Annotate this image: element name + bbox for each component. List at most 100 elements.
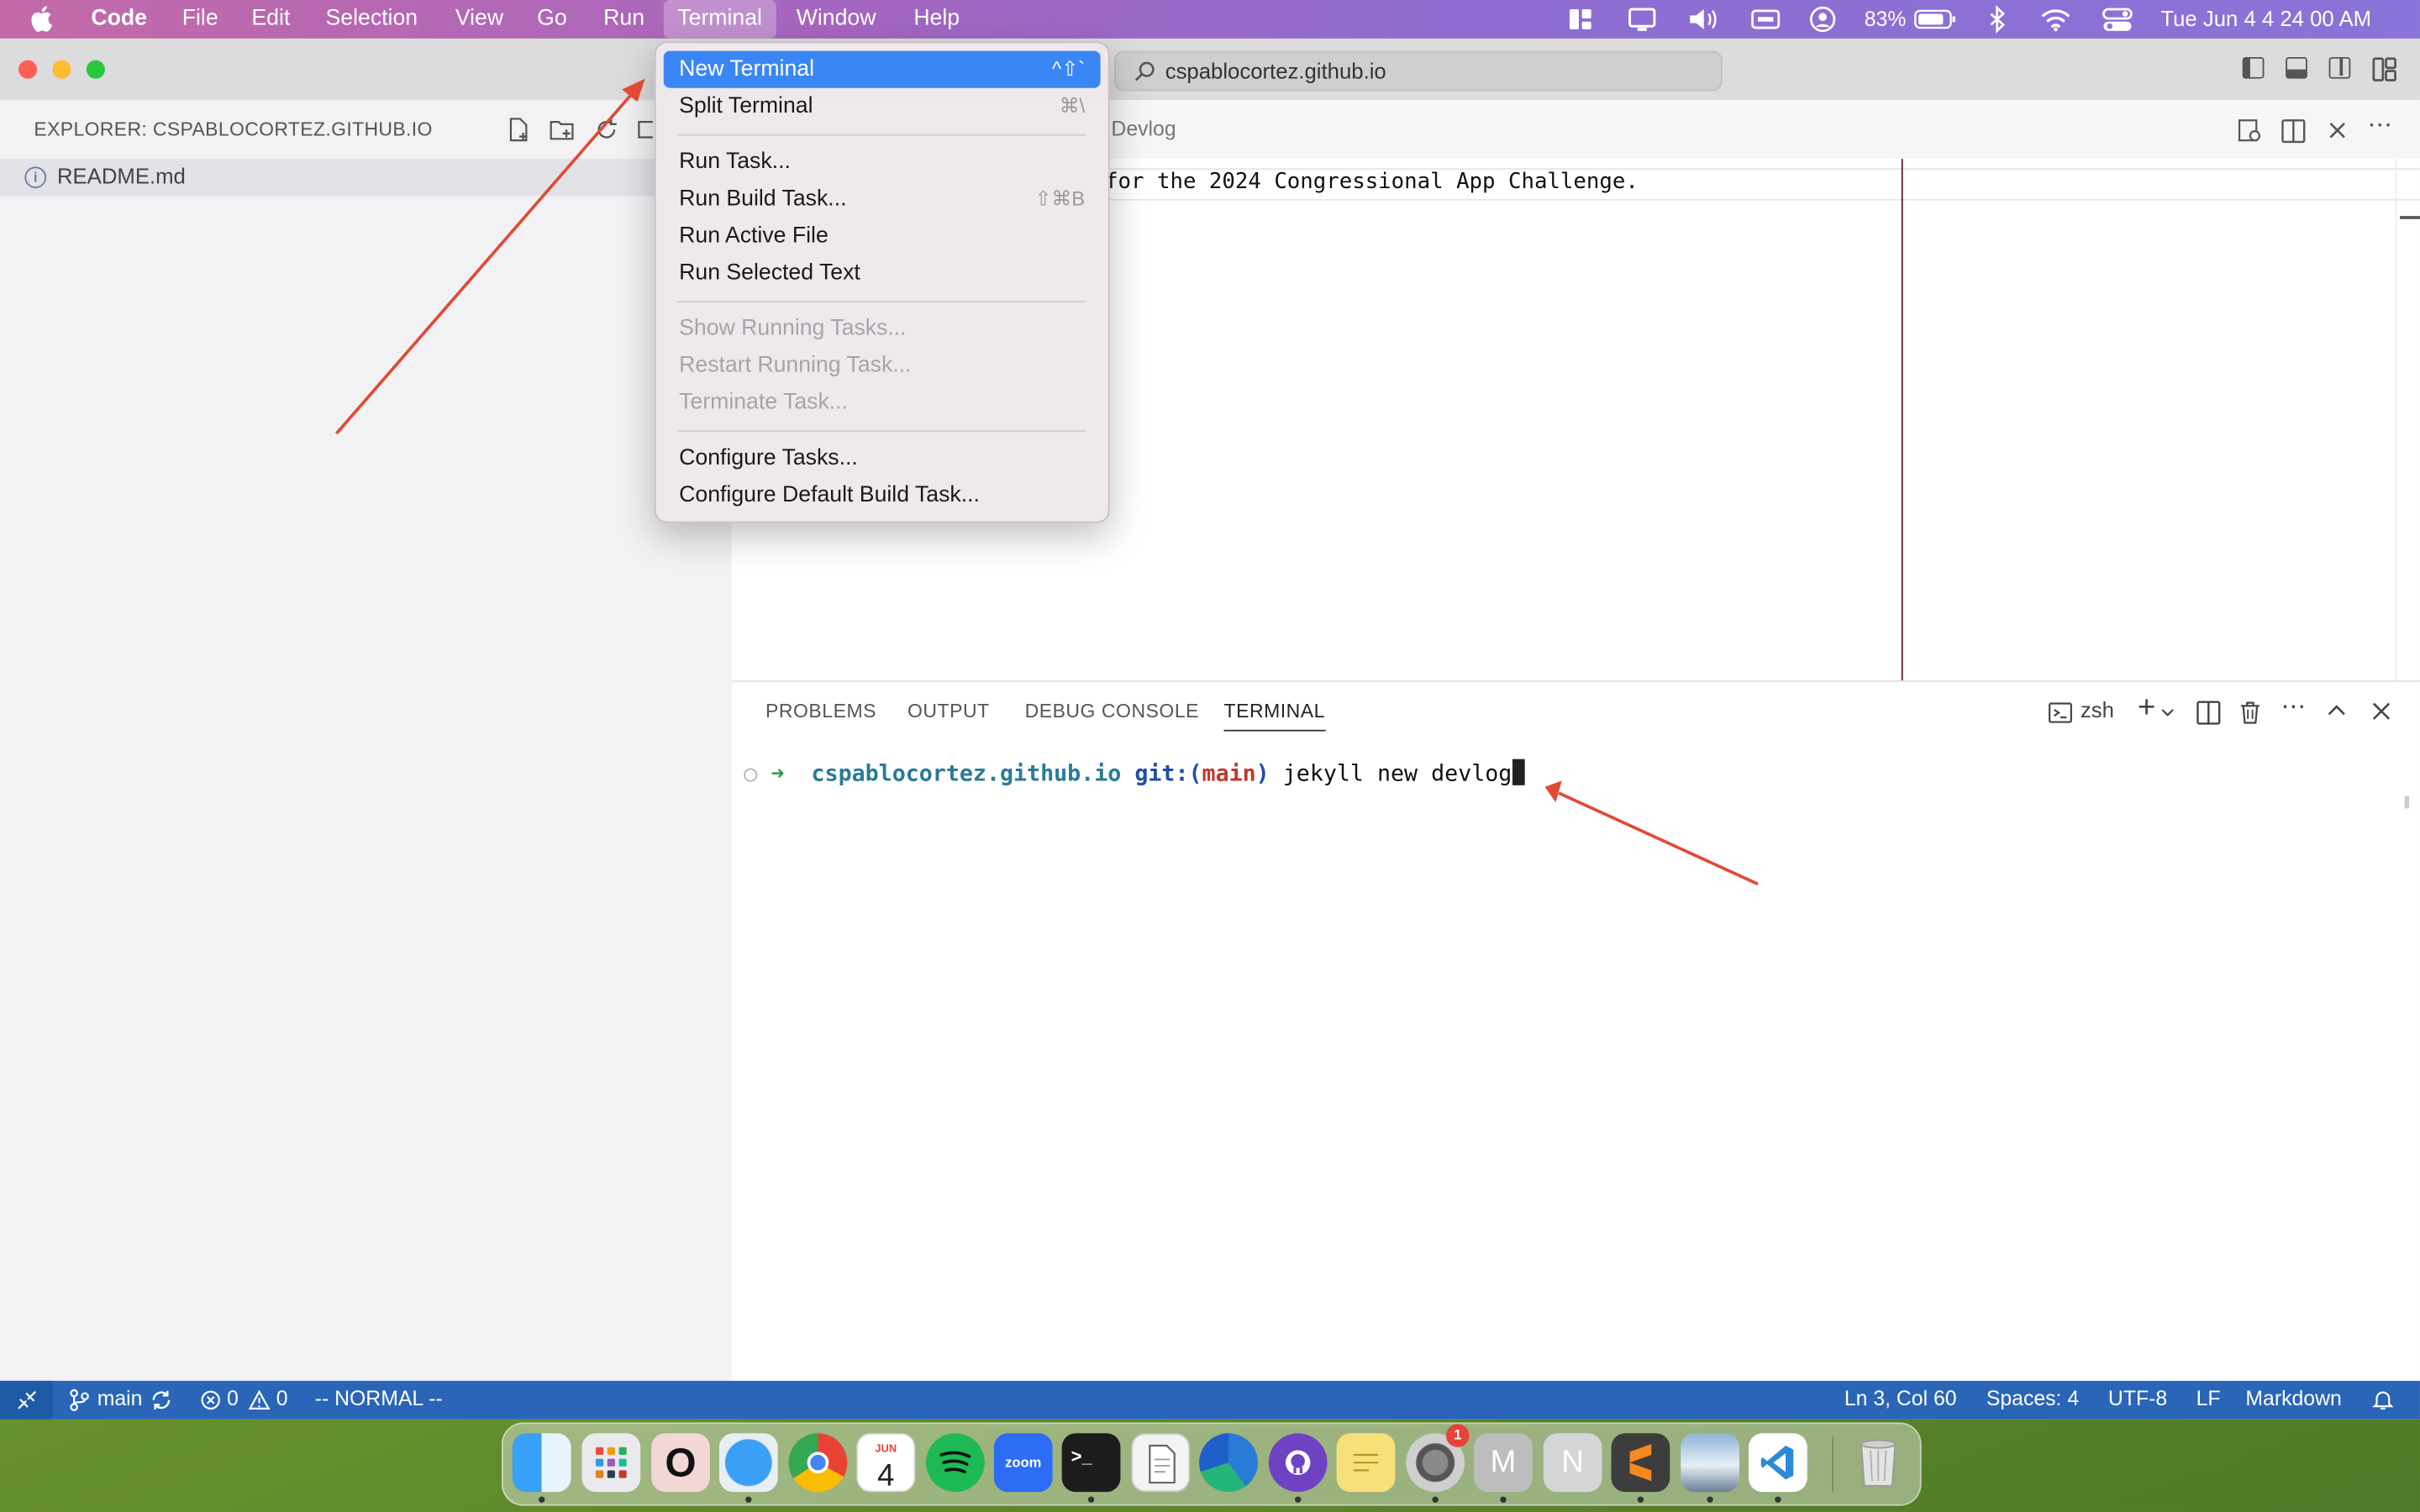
menu-item-show-running-tasks[interactable]: Show Running Tasks... xyxy=(664,310,1101,347)
file-row-readme[interactable]: i README.md xyxy=(0,159,732,197)
menu-edit[interactable]: Edit xyxy=(251,0,290,39)
refresh-explorer-icon[interactable] xyxy=(594,118,618,142)
error-icon[interactable] xyxy=(201,1390,221,1410)
textedit-app-icon[interactable] xyxy=(1131,1433,1191,1493)
close-window-button[interactable] xyxy=(18,60,38,79)
menubar-clock[interactable]: Tue Jun 4 4 24 00 AM xyxy=(2160,5,2371,34)
chevron-down-icon[interactable] xyxy=(2160,705,2175,719)
trash-icon[interactable] xyxy=(2239,701,2261,725)
source-control-branch-icon[interactable] xyxy=(68,1389,90,1412)
remote-indicator[interactable] xyxy=(0,1380,53,1420)
system-settings-app-icon[interactable]: 1 xyxy=(1406,1424,1470,1493)
close-panel-icon[interactable] xyxy=(2372,702,2391,721)
volume-icon[interactable] xyxy=(1687,5,1718,34)
menu-item-split-terminal[interactable]: Split Terminal ⌘\ xyxy=(664,88,1101,125)
apple-logo-icon[interactable] xyxy=(31,5,55,33)
edge-app-icon[interactable] xyxy=(1199,1433,1258,1493)
editor-tab-label[interactable]: Devlog xyxy=(1111,118,1176,141)
maximize-panel-icon[interactable] xyxy=(2328,702,2346,721)
terminal-app-icon[interactable]: >_ xyxy=(1061,1433,1121,1493)
customize-layout-icon[interactable] xyxy=(2372,57,2396,81)
menu-item-run-selected-text[interactable]: Run Selected Text xyxy=(664,255,1101,291)
collapse-folders-icon[interactable] xyxy=(638,118,653,142)
battery-icon[interactable] xyxy=(1914,5,1957,34)
tab-debug-console[interactable]: DEBUG CONSOLE xyxy=(1025,701,1199,722)
menu-item-run-build-task[interactable]: Run Build Task... ⇧⌘B xyxy=(664,181,1101,218)
menu-item-run-task[interactable]: Run Task... xyxy=(664,144,1101,181)
wifi-icon[interactable] xyxy=(2040,5,2071,34)
status-errors[interactable]: 0 xyxy=(227,1387,239,1410)
menu-item-configure-default-build-task[interactable]: Configure Default Build Task... xyxy=(664,477,1101,514)
tab-terminal[interactable]: TERMINAL xyxy=(1223,701,1326,732)
new-folder-icon[interactable] xyxy=(550,118,574,142)
split-terminal-icon[interactable] xyxy=(2196,701,2221,725)
menu-item-run-active-file[interactable]: Run Active File xyxy=(664,218,1101,255)
menu-item-new-terminal[interactable]: New Terminal ^⇧` xyxy=(663,50,1101,88)
sync-icon[interactable] xyxy=(150,1389,173,1412)
menu-window[interactable]: Window xyxy=(797,0,876,39)
chrome-app-icon[interactable] xyxy=(788,1433,848,1493)
bluetooth-icon[interactable] xyxy=(1988,4,2007,34)
zoom-window-button[interactable] xyxy=(86,60,105,79)
menu-file[interactable]: File xyxy=(182,0,218,39)
calendar-app-icon[interactable]: JUN 4 xyxy=(856,1433,916,1493)
user-account-icon[interactable] xyxy=(1809,5,1837,34)
menu-app-name[interactable]: Code xyxy=(91,0,147,39)
notifications-bell-icon[interactable] xyxy=(2372,1389,2394,1412)
menu-help[interactable]: Help xyxy=(913,0,960,39)
vscode-app-icon[interactable] xyxy=(1748,1433,1807,1493)
status-cursor-position[interactable]: Ln 3, Col 60 xyxy=(1844,1387,1957,1410)
more-actions-icon[interactable]: ⋯ xyxy=(2367,109,2391,140)
n-app-icon[interactable]: N xyxy=(1543,1433,1602,1493)
status-warnings[interactable]: 0 xyxy=(276,1387,288,1410)
toggle-primary-sidebar-icon[interactable] xyxy=(2242,56,2265,79)
preview-app-icon[interactable] xyxy=(1681,1433,1739,1493)
split-editor-icon[interactable] xyxy=(2281,118,2306,144)
finder-app-icon[interactable] xyxy=(512,1433,571,1493)
github-desktop-app-icon[interactable] xyxy=(1268,1433,1328,1493)
terminal-scrollbar[interactable] xyxy=(2404,795,2410,809)
status-branch[interactable]: main xyxy=(97,1387,143,1410)
close-editor-icon[interactable] xyxy=(2328,120,2348,140)
menu-view[interactable]: View xyxy=(455,0,503,39)
open-preview-icon[interactable] xyxy=(2238,118,2262,143)
menu-item-terminate-task[interactable]: Terminate Task... xyxy=(664,384,1101,421)
control-center-icon[interactable] xyxy=(2102,5,2133,34)
sublime-text-app-icon[interactable] xyxy=(1611,1433,1670,1493)
terminal-shell-name[interactable]: zsh xyxy=(2081,697,2114,722)
trash-app-icon[interactable] xyxy=(1849,1433,1907,1492)
toggle-secondary-sidebar-icon[interactable] xyxy=(2328,56,2351,79)
terminal-shell-icon[interactable] xyxy=(2048,701,2072,725)
stage-manager-icon[interactable] xyxy=(1568,5,1592,34)
tab-problems[interactable]: PROBLEMS xyxy=(765,701,876,722)
m-app-icon[interactable]: M xyxy=(1474,1433,1533,1493)
launchpad-app-icon[interactable] xyxy=(581,1433,641,1493)
minimize-window-button[interactable] xyxy=(52,60,71,79)
safari-app-icon[interactable] xyxy=(718,1433,778,1493)
spotify-app-icon[interactable] xyxy=(926,1433,985,1493)
new-terminal-icon[interactable]: + xyxy=(2138,691,2155,727)
tab-output[interactable]: OUTPUT xyxy=(908,701,990,722)
opera-app-icon[interactable]: O xyxy=(651,1433,710,1493)
command-center-search[interactable]: cspablocortez.github.io xyxy=(1114,50,1723,92)
editor-scrollbar[interactable] xyxy=(2395,159,2420,680)
menu-run[interactable]: Run xyxy=(603,0,644,39)
menu-go[interactable]: Go xyxy=(537,0,567,39)
panel-more-icon[interactable]: ⋯ xyxy=(2281,691,2306,722)
menu-item-configure-tasks[interactable]: Configure Tasks... xyxy=(664,439,1101,476)
status-encoding[interactable]: UTF-8 xyxy=(2108,1387,2167,1410)
menu-terminal[interactable]: Terminal xyxy=(663,0,776,39)
toggle-panel-icon[interactable] xyxy=(2286,56,2307,79)
new-file-icon[interactable] xyxy=(506,118,530,142)
input-source-icon[interactable] xyxy=(1750,5,1781,34)
status-indentation[interactable]: Spaces: 4 xyxy=(1986,1387,2079,1410)
display-icon[interactable] xyxy=(1628,5,1656,34)
zoom-app-icon[interactable]: zoom xyxy=(993,1433,1053,1493)
warning-icon[interactable] xyxy=(248,1389,271,1410)
code-line[interactable]: for the 2024 Congressional App Challenge… xyxy=(1105,170,1639,194)
menu-selection[interactable]: Selection xyxy=(326,0,418,39)
stickies-app-icon[interactable] xyxy=(1336,1433,1396,1493)
menu-item-restart-running-task[interactable]: Restart Running Task... xyxy=(664,347,1101,384)
status-language[interactable]: Markdown xyxy=(2245,1387,2341,1410)
status-eol[interactable]: LF xyxy=(2196,1387,2221,1410)
